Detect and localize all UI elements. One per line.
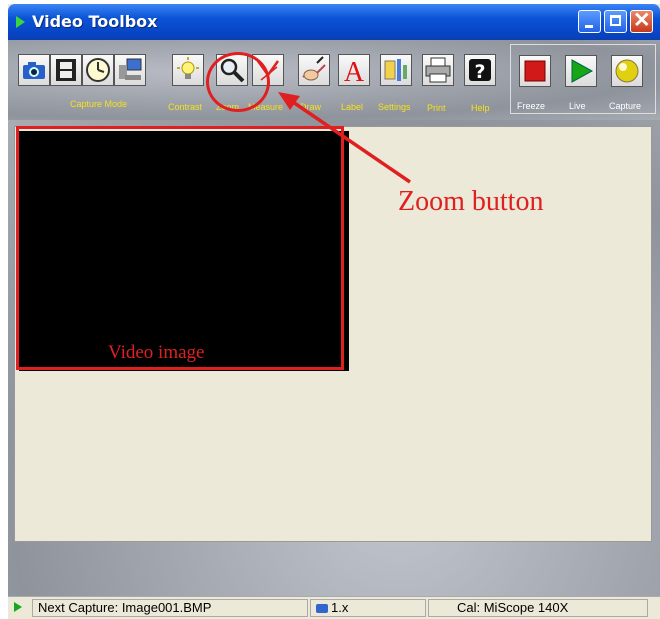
toolbar: Capture Mode Contrast Zoom Measure Draw … [8,40,660,120]
maximize-icon [610,15,621,26]
camera-icon [23,62,45,79]
title-bar[interactable]: Video Toolbox ✕ [8,4,660,40]
freeze-button[interactable] [519,55,551,87]
status-bar: Next Capture: Image001.BMP 1.x Cal: MiSc… [8,596,660,619]
contrast-label: Contrast [168,102,203,112]
tools-icon [384,59,407,81]
app-icon [16,16,25,28]
next-capture-text: Next Capture: Image001.BMP [38,600,212,615]
capture-controls-group: Freeze Live Capture [510,44,656,114]
help-button[interactable]: ? [464,54,496,86]
computer-mode-button[interactable] [114,54,146,86]
clock-icon [86,58,110,82]
svg-text:A: A [344,57,365,85]
settings-label: Settings [378,102,411,112]
window-title: Video Toolbox [32,12,158,31]
capture-mode-label: Capture Mode [70,99,128,109]
computer-icon [119,58,142,80]
label-label: Label [341,102,364,112]
capture-button[interactable] [611,55,643,87]
timelapse-mode-button[interactable] [82,54,114,86]
print-button[interactable] [422,54,454,86]
film-icon [56,59,76,81]
draw-label: Draw [300,102,322,112]
video-image-annotation-box [16,126,344,370]
camera-small-icon [316,604,328,614]
video-mode-button[interactable] [50,54,82,86]
minimize-button[interactable] [578,10,601,33]
draw-button[interactable] [298,54,330,86]
draw-hand-icon [302,56,326,81]
video-image-annotation-label: Video image [108,342,205,363]
letter-a-icon: A [344,57,365,85]
zoom-level-text: 1.x [331,600,349,615]
bulb-icon [177,57,199,79]
live-label: Live [569,101,586,111]
help-icon: ? [469,59,491,83]
next-capture-panel: Next Capture: Image001.BMP [32,599,308,617]
zoom-button-annotation-label: Zoom button [398,186,544,217]
maximize-button[interactable] [604,10,627,33]
status-play-icon [14,602,22,612]
stop-square-icon [524,60,546,82]
label-button[interactable]: A [338,54,370,86]
print-label: Print [427,103,446,113]
capture-label: Capture [609,101,642,111]
yellow-ball-icon [615,59,639,83]
calibration-panel: Cal: MiScope 140X [428,599,648,617]
close-icon: ✕ [633,9,651,32]
contrast-button[interactable] [172,54,204,86]
freeze-label: Freeze [517,101,546,111]
calibration-text: Cal: MiScope 140X [457,600,569,615]
close-button[interactable]: ✕ [630,9,653,33]
svg-text:?: ? [474,61,485,83]
help-label: Help [471,103,490,113]
camera-mode-button[interactable] [18,54,50,86]
settings-button[interactable] [380,54,412,86]
play-icon [571,59,594,83]
minimize-icon [585,25,593,28]
zoom-level-panel: 1.x [310,599,426,617]
zoom-annotation-circle [206,52,270,112]
live-button[interactable] [565,55,597,87]
printer-icon [425,57,451,83]
